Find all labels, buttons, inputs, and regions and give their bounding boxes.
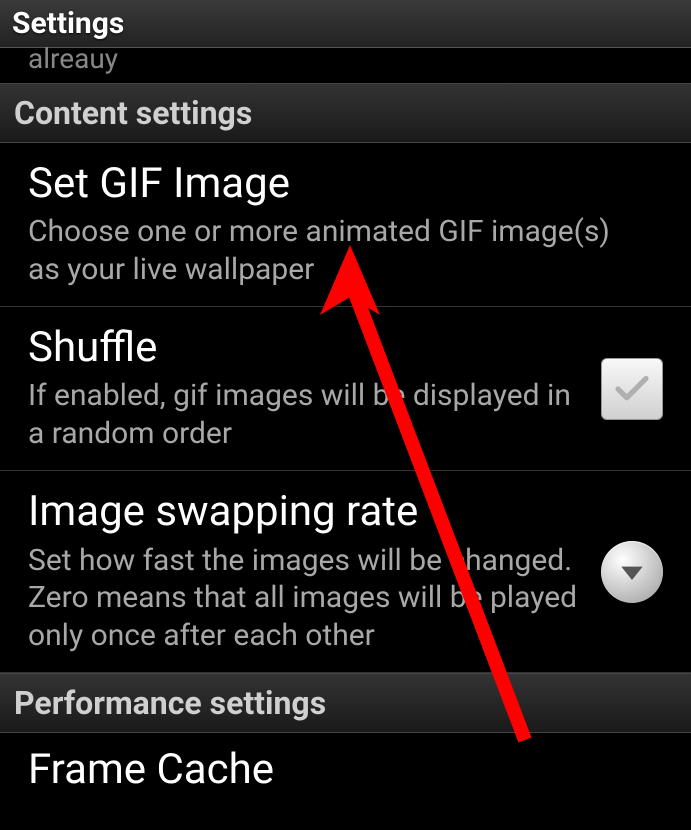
setting-title: Set GIF Image — [28, 161, 643, 207]
page-title: Settings — [12, 6, 679, 41]
shuffle-checkbox[interactable] — [601, 358, 663, 420]
setting-text-block: Shuffle If enabled, gif images will be d… — [28, 325, 601, 452]
setting-title: Shuffle — [28, 325, 581, 371]
section-header-label: Content settings — [14, 94, 252, 132]
partial-cutoff-text: alreauy — [0, 42, 691, 83]
setting-title: Frame Cache — [28, 745, 274, 794]
section-header-content: Content settings — [0, 83, 691, 143]
setting-description: Set how fast the images will be changed.… — [28, 542, 581, 655]
section-header-label: Performance settings — [14, 684, 326, 722]
setting-text-block: Image swapping rate Set how fast the ima… — [28, 489, 601, 654]
setting-title: Image swapping rate — [28, 489, 581, 535]
setting-description: Choose one or more animated GIF image(s)… — [28, 213, 643, 288]
setting-image-swapping-rate[interactable]: Image swapping rate Set how fast the ima… — [0, 471, 691, 673]
title-bar: Settings — [0, 0, 691, 48]
setting-shuffle[interactable]: Shuffle If enabled, gif images will be d… — [0, 307, 691, 471]
setting-set-gif-image[interactable]: Set GIF Image Choose one or more animate… — [0, 143, 691, 307]
setting-text-block: Set GIF Image Choose one or more animate… — [28, 161, 663, 288]
setting-frame-cache[interactable]: Frame Cache — [0, 733, 691, 793]
setting-description: If enabled, gif images will be displayed… — [28, 377, 581, 452]
checkmark-icon — [611, 368, 653, 410]
dropdown-indicator[interactable] — [601, 541, 663, 603]
chevron-down-icon — [616, 556, 648, 588]
section-header-performance: Performance settings — [0, 673, 691, 733]
